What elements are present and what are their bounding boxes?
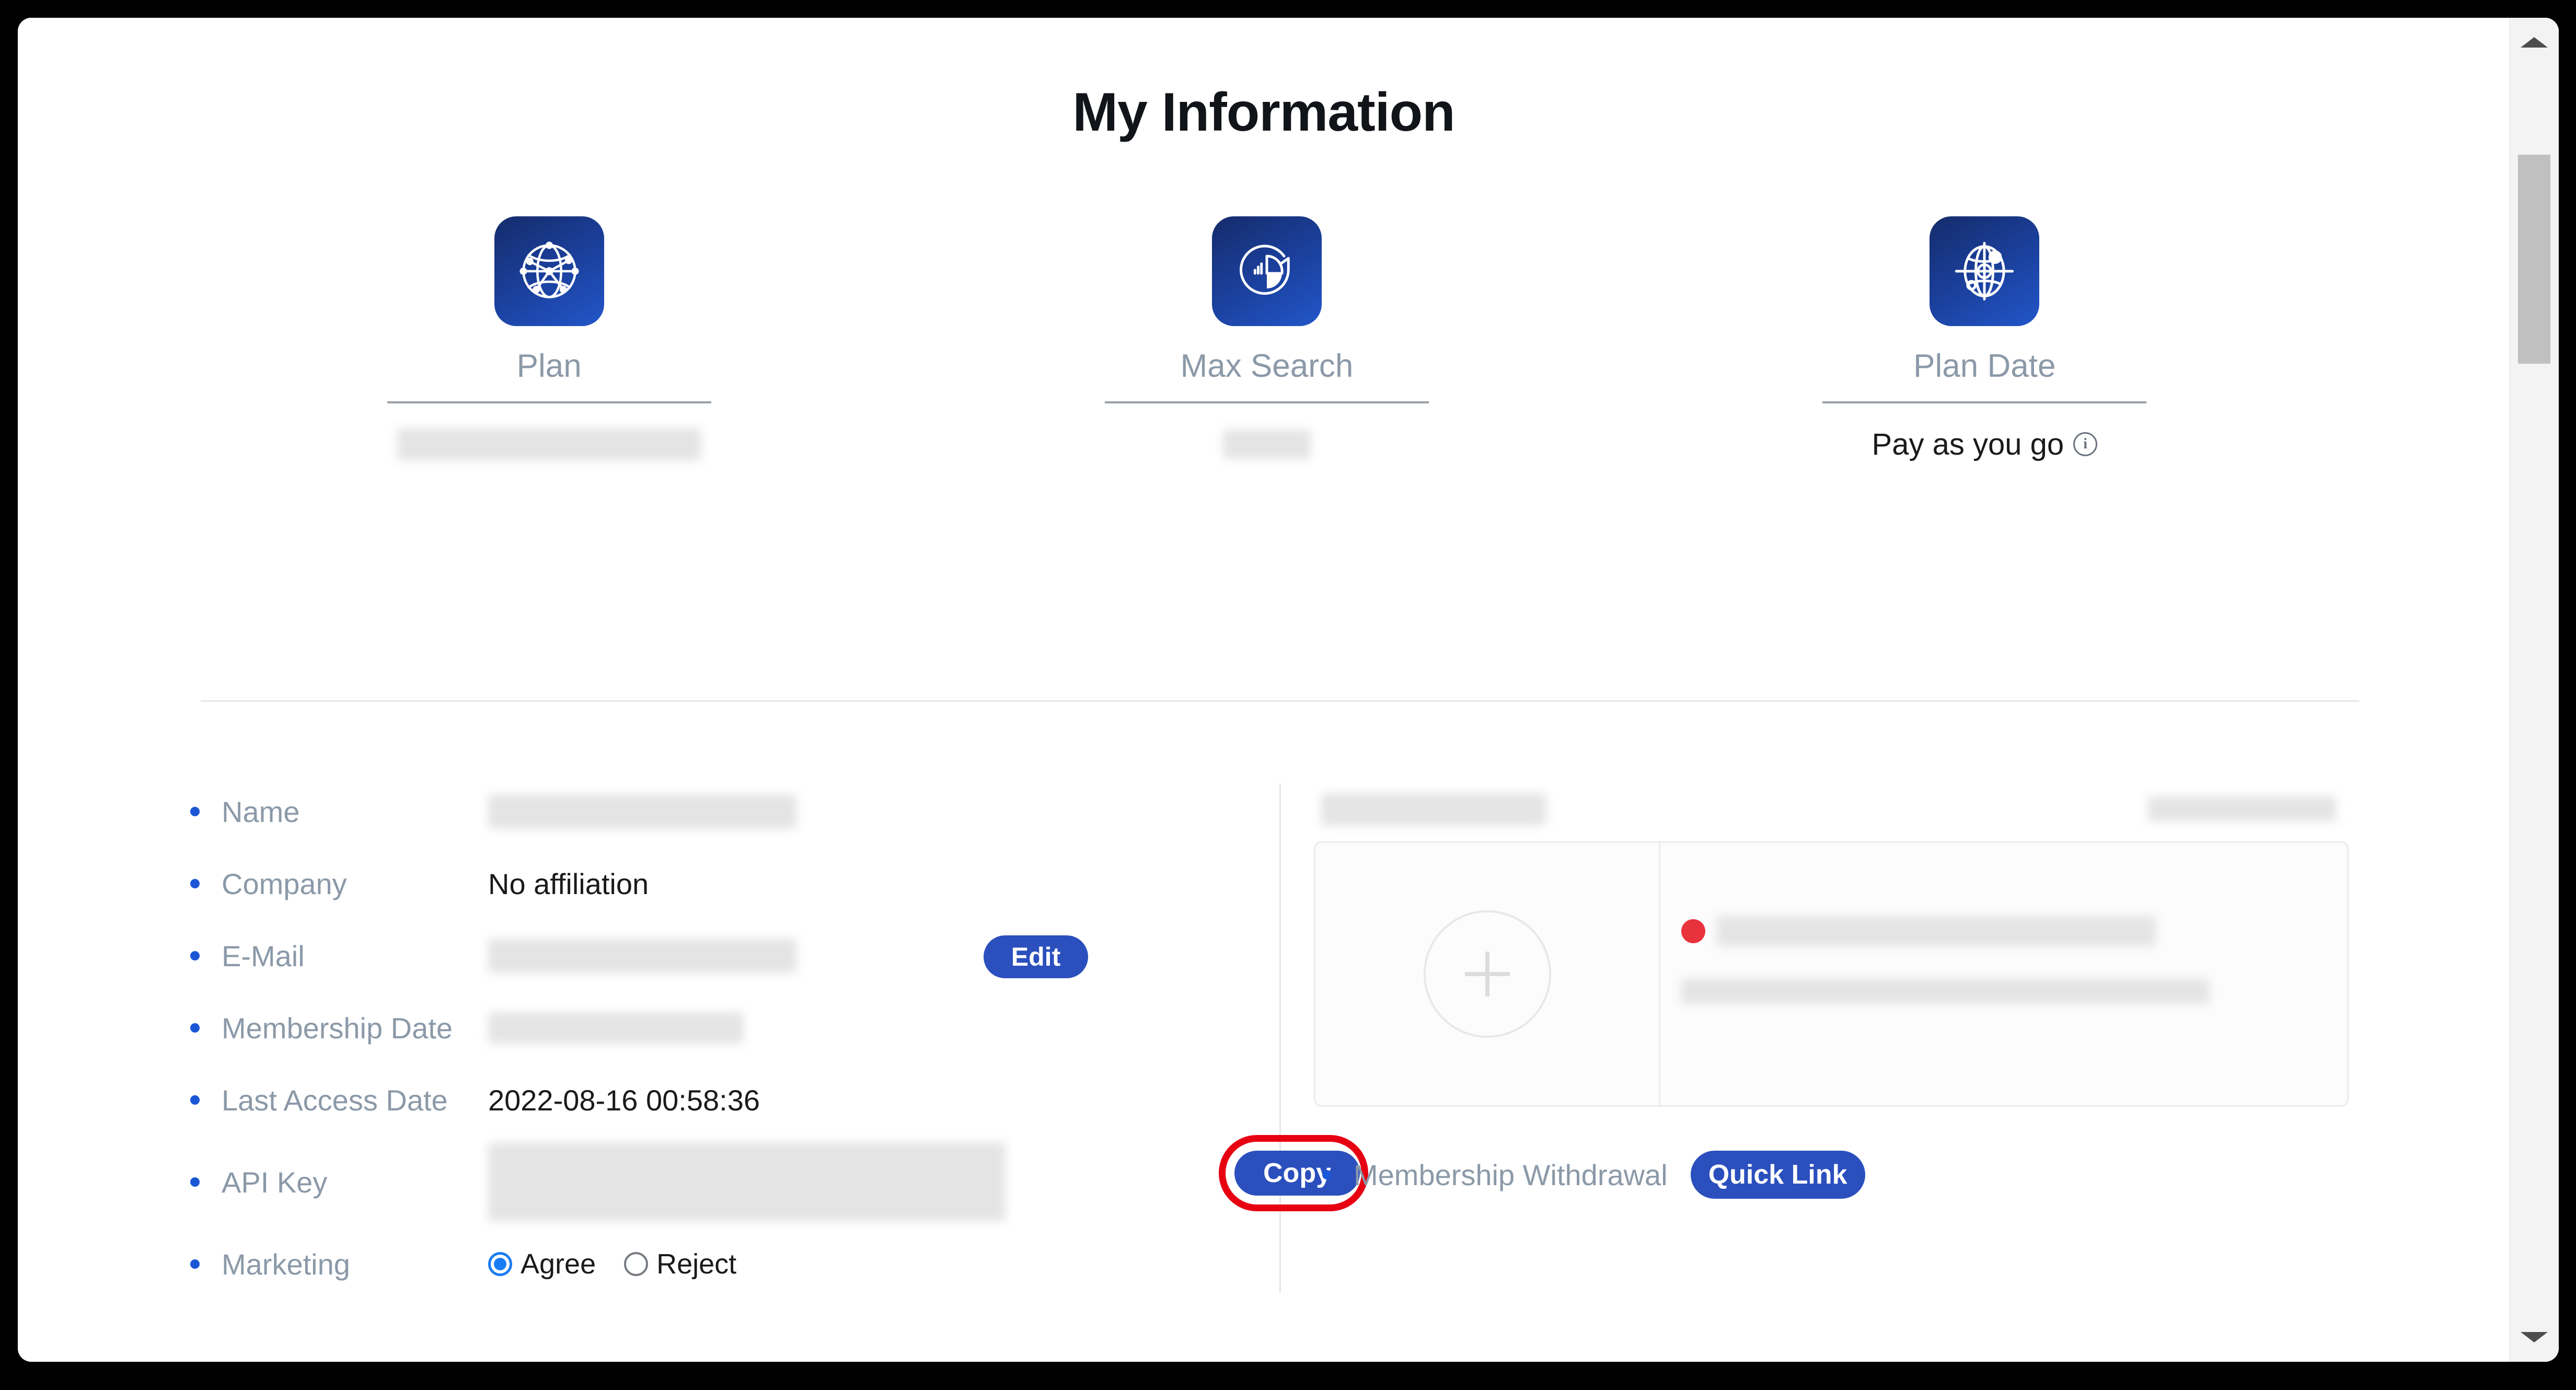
bullet-icon: [190, 807, 200, 816]
scroll-down-arrow[interactable]: [2510, 1313, 2559, 1362]
section-divider: [201, 700, 2359, 702]
page-title: My Information: [1072, 82, 1455, 143]
bullet-icon: [190, 1023, 200, 1033]
detail-value-membership-date: [488, 1012, 743, 1044]
redacted-payment-subtext: [1681, 979, 2209, 1004]
redacted-name-value: [488, 794, 796, 829]
scrollbar-thumb[interactable]: [2518, 155, 2550, 364]
redacted-membership-date-value: [488, 1012, 743, 1044]
membership-withdrawal-row: Membership Withdrawal Quick Link: [1322, 1151, 2380, 1199]
radio-label-reject: Reject: [656, 1248, 737, 1280]
stat-card-max-search: Max Search: [908, 216, 1625, 519]
pie-chart-refresh-icon: [1211, 216, 1322, 326]
vertical-divider: [1279, 783, 1281, 1293]
redacted-api-key-value: [488, 1143, 1006, 1221]
membership-withdrawal-label: Membership Withdrawal: [1354, 1158, 1668, 1191]
details-list: Name Company No affiliation E-Mail Edit …: [190, 775, 1368, 1300]
detail-row-api-key: API Key Copy: [190, 1135, 1368, 1228]
radio-unselected-icon[interactable]: [624, 1252, 649, 1276]
edit-button[interactable]: Edit: [984, 935, 1088, 978]
redacted-payment-warning-text: [1717, 916, 2156, 946]
stat-label-plan: Plan: [516, 348, 582, 384]
detail-label-marketing: Marketing: [222, 1247, 350, 1281]
radio-selected-icon[interactable]: [488, 1252, 512, 1276]
detail-label-api-key: API Key: [222, 1165, 328, 1199]
stat-rule: [387, 401, 711, 403]
payment-card-body: [1314, 841, 2349, 1107]
browser-window: My Information Plan Max Search Plan Date…: [18, 18, 2559, 1362]
detail-value-api-key: [488, 1143, 1006, 1221]
redacted-plan-value: [397, 428, 701, 460]
detail-value-email: [488, 939, 796, 973]
page-content: My Information Plan Max Search Plan Date…: [18, 18, 2510, 1362]
bullet-icon: [190, 879, 200, 888]
stat-card-plan: Plan: [190, 216, 908, 519]
detail-label-name: Name: [222, 795, 300, 828]
lower-section: Name Company No affiliation E-Mail Edit …: [18, 765, 2510, 1319]
plus-circle-icon[interactable]: [1423, 910, 1551, 1038]
stat-value-plan-date: Pay as you go i: [1872, 423, 2098, 465]
network-globe-icon: [494, 216, 604, 326]
detail-value-last-access-date: 2022-08-16 00:58:36: [488, 1083, 760, 1117]
detail-row-company: Company No affiliation: [190, 848, 1246, 920]
add-payment-method-panel[interactable]: [1315, 843, 1660, 1105]
globe-crosshair-icon: [1930, 216, 2040, 326]
bullet-icon: [190, 1095, 200, 1105]
detail-value-name: [488, 794, 796, 829]
payment-method-card: [1314, 784, 2349, 1108]
stat-rule: [1104, 401, 1429, 403]
radio-option-reject[interactable]: Reject: [624, 1248, 736, 1280]
redacted-email-value: [488, 939, 796, 973]
stat-card-row: Plan Max Search Plan Date Pay as you go …: [190, 216, 2343, 519]
scroll-up-arrow[interactable]: [2510, 18, 2559, 67]
bullet-icon: [190, 1177, 200, 1187]
detail-label-membership-date: Membership Date: [222, 1011, 453, 1045]
stat-card-plan-date: Plan Date Pay as you go i: [1626, 216, 2343, 519]
warning-dot-icon: [1681, 919, 1705, 943]
redacted-max-search-value: [1222, 430, 1311, 459]
bullet-icon: [190, 951, 200, 960]
detail-label-last-access-date: Last Access Date: [222, 1083, 448, 1117]
chevron-up-icon: [2521, 37, 2548, 48]
bullet-icon: [1322, 1170, 1332, 1179]
stat-rule: [1822, 401, 2147, 403]
chevron-down-icon: [2521, 1332, 2548, 1342]
stat-label-plan-date: Plan Date: [1913, 348, 2056, 384]
payment-card-header: [1314, 793, 2349, 830]
stat-value-plan: [397, 423, 701, 465]
stat-value-max-search: [1222, 423, 1311, 465]
detail-row-last-access-date: Last Access Date 2022-08-16 00:58:36: [190, 1064, 1246, 1136]
quick-link-button[interactable]: Quick Link: [1690, 1151, 1865, 1199]
detail-row-email: E-Mail Edit: [190, 920, 1246, 992]
plan-date-value: Pay as you go: [1872, 427, 2064, 461]
right-panel: Membership Withdrawal Quick Link: [1314, 775, 2380, 1199]
redacted-payment-card-action-link[interactable]: [2148, 796, 2336, 821]
info-circle-icon[interactable]: i: [2073, 432, 2098, 456]
redacted-payment-card-title: [1321, 793, 1546, 826]
bullet-icon: [190, 1259, 200, 1269]
detail-label-company: Company: [222, 867, 347, 900]
vertical-scrollbar[interactable]: [2509, 18, 2559, 1362]
marketing-radio-group: Agree Reject: [488, 1248, 736, 1280]
detail-row-name: Name: [190, 775, 1246, 848]
stat-label-max-search: Max Search: [1180, 348, 1354, 384]
radio-option-agree[interactable]: Agree: [488, 1248, 596, 1280]
detail-value-company: No affiliation: [488, 867, 649, 900]
detail-value-marketing: Agree Reject: [488, 1248, 736, 1280]
payment-warning-row: [1681, 916, 2324, 946]
detail-label-email: E-Mail: [222, 939, 305, 972]
detail-row-marketing: Marketing Agree Reject: [190, 1228, 1246, 1300]
detail-row-membership-date: Membership Date: [190, 992, 1246, 1064]
radio-label-agree: Agree: [521, 1248, 596, 1280]
